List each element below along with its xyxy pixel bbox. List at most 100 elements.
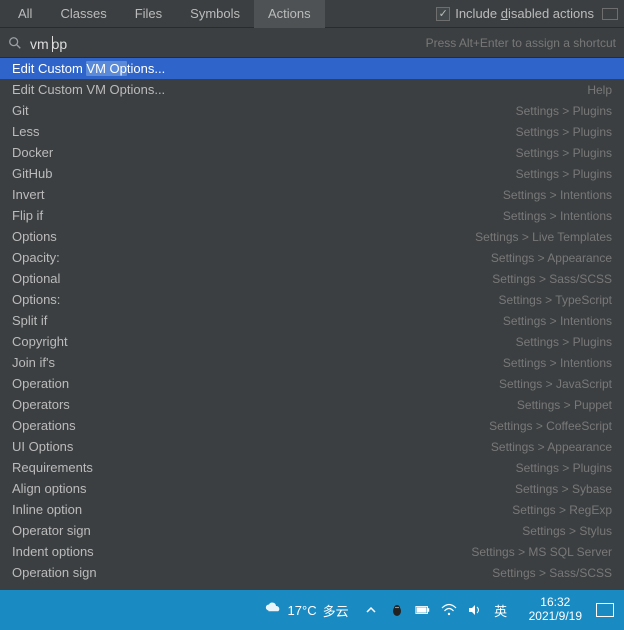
result-row[interactable]: Flip ifSettings > Intentions — [0, 205, 624, 226]
result-row[interactable]: Inline optionSettings > RegExp — [0, 499, 624, 520]
result-path: Settings > Intentions — [503, 188, 612, 202]
result-path: Settings > RegExp — [512, 503, 612, 517]
chevron-up-icon[interactable] — [363, 602, 379, 618]
result-label: Opacity: — [12, 250, 491, 265]
result-path: Settings > Stylus — [522, 524, 612, 538]
result-path: Settings > Plugins — [516, 167, 612, 181]
presentation-mode-icon[interactable] — [602, 8, 618, 20]
result-label: Requirements — [12, 460, 516, 475]
result-label: Operations — [12, 418, 489, 433]
result-path: Settings > Plugins — [516, 461, 612, 475]
result-label: Options: — [12, 292, 498, 307]
result-label: Edit Custom VM Options... — [12, 61, 612, 76]
tab-files[interactable]: Files — [121, 0, 176, 28]
result-label: Split if — [12, 313, 503, 328]
result-label: UI Options — [12, 439, 491, 454]
result-row[interactable]: Operator signSettings > Stylus — [0, 520, 624, 541]
result-row[interactable]: Split ifSettings > Intentions — [0, 310, 624, 331]
result-label: Inline option — [12, 502, 512, 517]
system-tray: 英 — [363, 602, 509, 618]
tab-all[interactable]: All — [4, 0, 46, 28]
result-path: Settings > MS SQL Server — [471, 545, 612, 559]
shortcut-hint: Press Alt+Enter to assign a shortcut — [426, 36, 616, 50]
result-label: Copyright — [12, 334, 516, 349]
search-icon — [8, 36, 22, 50]
result-label: Align options — [12, 481, 515, 496]
result-label: Options — [12, 229, 475, 244]
result-row[interactable]: Options:Settings > TypeScript — [0, 289, 624, 310]
result-label: GitHub — [12, 166, 516, 181]
result-label: Edit Custom VM Options... — [12, 82, 587, 97]
result-label: Flip if — [12, 208, 503, 223]
result-row[interactable]: Edit Custom VM Options... — [0, 58, 624, 79]
result-label: Git — [12, 103, 516, 118]
tab-symbols[interactable]: Symbols — [176, 0, 254, 28]
result-path: Settings > TypeScript — [498, 293, 612, 307]
include-disabled-label: Include disabled actions — [455, 6, 594, 21]
result-row[interactable]: GitHubSettings > Plugins — [0, 163, 624, 184]
volume-icon[interactable] — [467, 602, 483, 618]
result-label: Join if's — [12, 355, 503, 370]
wifi-icon[interactable] — [441, 602, 457, 618]
result-path: Settings > Sass/SCSS — [492, 272, 612, 286]
search-input[interactable]: vm op — [30, 33, 426, 52]
result-path: Settings > Appearance — [491, 251, 612, 265]
checkbox-icon: ✓ — [436, 7, 450, 21]
result-row[interactable]: Indent optionsSettings > MS SQL Server — [0, 541, 624, 562]
tab-classes[interactable]: Classes — [46, 0, 120, 28]
result-row[interactable]: CopyrightSettings > Plugins — [0, 331, 624, 352]
result-label: Operators — [12, 397, 517, 412]
result-path: Settings > Sass/SCSS — [492, 566, 612, 580]
ime-indicator[interactable]: 英 — [493, 602, 509, 618]
result-row[interactable]: Opacity:Settings > Appearance — [0, 247, 624, 268]
result-path: Settings > Sybase — [515, 482, 612, 496]
result-path: Settings > Plugins — [516, 125, 612, 139]
result-label: Operation sign — [12, 565, 492, 580]
result-label: Operator sign — [12, 523, 522, 538]
result-path: Settings > CoffeeScript — [489, 419, 612, 433]
result-row[interactable]: RequirementsSettings > Plugins — [0, 457, 624, 478]
result-path: Settings > Intentions — [503, 209, 612, 223]
result-row[interactable]: UI OptionsSettings > Appearance — [0, 436, 624, 457]
result-path: Settings > Intentions — [503, 314, 612, 328]
result-row[interactable]: OptionsSettings > Live Templates — [0, 226, 624, 247]
result-row[interactable]: Operation signSettings > Sass/SCSS — [0, 562, 624, 583]
result-row[interactable]: Join if'sSettings > Intentions — [0, 352, 624, 373]
result-label: Operation — [12, 376, 499, 391]
result-path: Settings > JavaScript — [499, 377, 612, 391]
tab-actions[interactable]: Actions — [254, 0, 325, 28]
result-row[interactable]: DockerSettings > Plugins — [0, 142, 624, 163]
taskbar-clock[interactable]: 16:32 2021/9/19 — [529, 596, 582, 624]
result-path: Settings > Puppet — [517, 398, 612, 412]
result-label: Indent options — [12, 544, 471, 559]
result-row[interactable]: OptionalSettings > Sass/SCSS — [0, 268, 624, 289]
result-row[interactable]: OperationSettings > JavaScript — [0, 373, 624, 394]
search-tabs: AllClassesFilesSymbolsActions ✓ Include … — [0, 0, 624, 28]
include-disabled-checkbox[interactable]: ✓ Include disabled actions — [436, 6, 594, 21]
result-path: Settings > Appearance — [491, 440, 612, 454]
result-path: Settings > Plugins — [516, 104, 612, 118]
result-path: Settings > Plugins — [516, 146, 612, 160]
result-row[interactable]: Align optionsSettings > Sybase — [0, 478, 624, 499]
weather-temp: 17°C — [288, 603, 317, 618]
result-row[interactable]: OperationsSettings > CoffeeScript — [0, 415, 624, 436]
result-row[interactable]: LessSettings > Plugins — [0, 121, 624, 142]
result-label: Invert — [12, 187, 503, 202]
battery-icon[interactable] — [415, 602, 431, 618]
result-label: Less — [12, 124, 516, 139]
qq-tray-icon[interactable] — [389, 602, 405, 618]
result-row[interactable]: GitSettings > Plugins — [0, 100, 624, 121]
result-path: Settings > Plugins — [516, 335, 612, 349]
result-label: Docker — [12, 145, 516, 160]
result-path: Settings > Live Templates — [475, 230, 612, 244]
notifications-icon[interactable] — [596, 603, 614, 617]
result-row[interactable]: Edit Custom VM Options...Help — [0, 79, 624, 100]
result-label: Optional — [12, 271, 492, 286]
weather-desc: 多云 — [323, 601, 349, 620]
result-row[interactable]: OperatorsSettings > Puppet — [0, 394, 624, 415]
clock-time: 16:32 — [529, 596, 582, 610]
result-path: Help — [587, 83, 612, 97]
result-row[interactable]: InvertSettings > Intentions — [0, 184, 624, 205]
taskbar-weather[interactable]: 17°C 多云 — [264, 600, 349, 621]
search-row: vm op Press Alt+Enter to assign a shortc… — [0, 28, 624, 58]
